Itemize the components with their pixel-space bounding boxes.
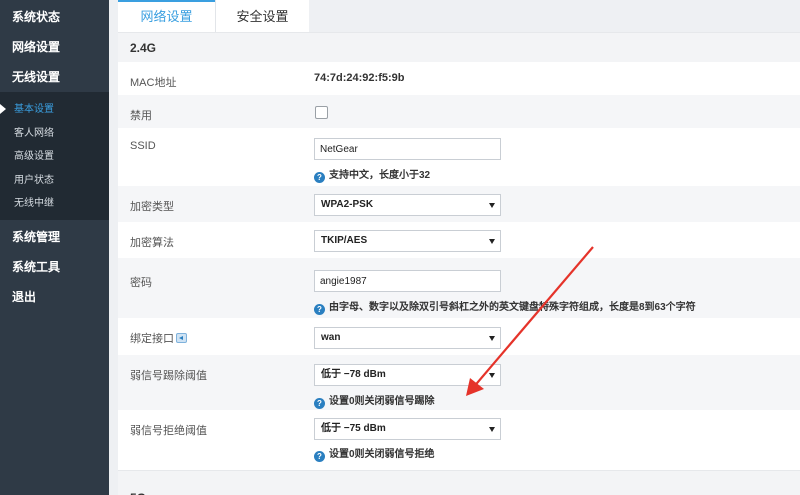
disable-label: 禁用 (130, 110, 152, 122)
subnav-guest-network[interactable]: 客人网络 (0, 122, 109, 146)
row-mac: MAC地址 74:7d:24:92:f5:9b (118, 62, 800, 95)
section-title-5g: 5G (130, 491, 146, 495)
settings-panel: 2.4G MAC地址 74:7d:24:92:f5:9b 禁用 SSID ? 支持… (118, 32, 800, 495)
tab-security-settings[interactable]: 安全设置 (215, 0, 309, 32)
enc-type-label: 加密类型 (130, 201, 174, 213)
chevron-down-icon (489, 336, 495, 341)
row-kick-threshold: 弱信号踢除阈值 低于 −78 dBm ? 设置0则关闭弱信号踢除 (118, 355, 800, 410)
kick-threshold-hint: ? 设置0则关闭弱信号踢除 (314, 392, 435, 409)
nav-system-tools[interactable]: 系统工具 (0, 252, 109, 282)
section-header-2g: 2.4G (118, 32, 800, 62)
enc-algo-select[interactable]: TKIP/AES (314, 230, 501, 252)
mac-label: MAC地址 (130, 77, 177, 89)
row-disable: 禁用 (118, 95, 800, 128)
section-header-5g: 5G (118, 470, 800, 495)
kick-threshold-label: 弱信号踢除阈值 (130, 370, 207, 382)
subnav-basic-settings-label: 基本设置 (14, 104, 54, 115)
mac-value: 74:7d:24:92:f5:9b (314, 72, 405, 84)
row-enc-algo: 加密算法 TKIP/AES (118, 222, 800, 258)
chevron-down-icon (489, 427, 495, 432)
enc-type-select[interactable]: WPA2-PSK (314, 194, 501, 216)
help-circle-icon: ? (314, 451, 325, 462)
bind-interface-label: 绑定接口 (130, 330, 187, 346)
help-circle-icon: ? (314, 304, 325, 315)
subnav-basic-settings[interactable]: 基本设置 (0, 98, 109, 122)
tab-bar: 网络设置 安全设置 (118, 0, 800, 32)
password-label: 密码 (130, 277, 152, 289)
chevron-down-icon (489, 203, 495, 208)
row-enc-type: 加密类型 WPA2-PSK (118, 186, 800, 222)
sidebar: 系统状态 网络设置 无线设置 基本设置 客人网络 高级设置 用户状态 无线中继 … (0, 0, 109, 495)
kick-threshold-select[interactable]: 低于 −78 dBm (314, 364, 501, 386)
subnav-user-status[interactable]: 用户状态 (0, 169, 109, 193)
chevron-down-icon (489, 373, 495, 378)
reject-threshold-select[interactable]: 低于 −75 dBm (314, 418, 501, 440)
section-title-2g: 2.4G (130, 41, 157, 55)
password-hint-text: 由字母、数字以及除双引号斜杠之外的英文键盘特殊字符组成，长度是8到63个字符 (329, 302, 696, 313)
reject-threshold-hint-text: 设置0则关闭弱信号拒绝 (329, 449, 435, 460)
ssid-hint: ? 支持中文，长度小于32 (314, 166, 430, 183)
ssid-label: SSID (130, 140, 156, 152)
tab-network-settings[interactable]: 网络设置 (118, 0, 215, 32)
nav-system-status[interactable]: 系统状态 (0, 2, 109, 32)
row-ssid: SSID ? 支持中文，长度小于32 (118, 128, 800, 186)
bind-interface-select[interactable]: wan (314, 327, 501, 349)
password-hint: ? 由字母、数字以及除双引号斜杠之外的英文键盘特殊字符组成，长度是8到63个字符 (314, 298, 696, 315)
kick-threshold-hint-text: 设置0则关闭弱信号踢除 (329, 396, 435, 407)
enc-algo-label: 加密算法 (130, 237, 174, 249)
password-input[interactable] (314, 270, 501, 292)
back-arrow-icon[interactable] (176, 333, 187, 343)
nav-system-management[interactable]: 系统管理 (0, 222, 109, 252)
row-bind-interface: 绑定接口 wan (118, 318, 800, 355)
bind-interface-value: wan (321, 332, 341, 343)
nav-logout[interactable]: 退出 (0, 282, 109, 312)
nav-network-settings[interactable]: 网络设置 (0, 32, 109, 62)
row-reject-threshold: 弱信号拒绝阈值 低于 −75 dBm ? 设置0则关闭弱信号拒绝 (118, 410, 800, 470)
enc-algo-value: TKIP/AES (321, 235, 368, 246)
subnav-advanced-settings[interactable]: 高级设置 (0, 145, 109, 169)
reject-threshold-value: 低于 −75 dBm (321, 423, 386, 434)
row-password: 密码 ? 由字母、数字以及除双引号斜杠之外的英文键盘特殊字符组成，长度是8到63个… (118, 258, 800, 318)
caret-right-icon (0, 104, 6, 114)
disable-checkbox[interactable] (315, 106, 328, 119)
kick-threshold-value: 低于 −78 dBm (321, 369, 386, 380)
enc-type-value: WPA2-PSK (321, 199, 374, 210)
subnav-wireless-repeater[interactable]: 无线中继 (0, 192, 109, 216)
reject-threshold-hint: ? 设置0则关闭弱信号拒绝 (314, 445, 435, 462)
wireless-subnav: 基本设置 客人网络 高级设置 用户状态 无线中继 (0, 92, 109, 220)
help-circle-icon: ? (314, 172, 325, 183)
reject-threshold-label: 弱信号拒绝阈值 (130, 425, 207, 437)
bind-interface-label-text: 绑定接口 (130, 333, 174, 345)
ssid-hint-text: 支持中文，长度小于32 (329, 170, 431, 181)
chevron-down-icon (489, 239, 495, 244)
help-circle-icon: ? (314, 398, 325, 409)
nav-wireless-settings[interactable]: 无线设置 (0, 62, 109, 92)
ssid-input[interactable] (314, 138, 501, 160)
